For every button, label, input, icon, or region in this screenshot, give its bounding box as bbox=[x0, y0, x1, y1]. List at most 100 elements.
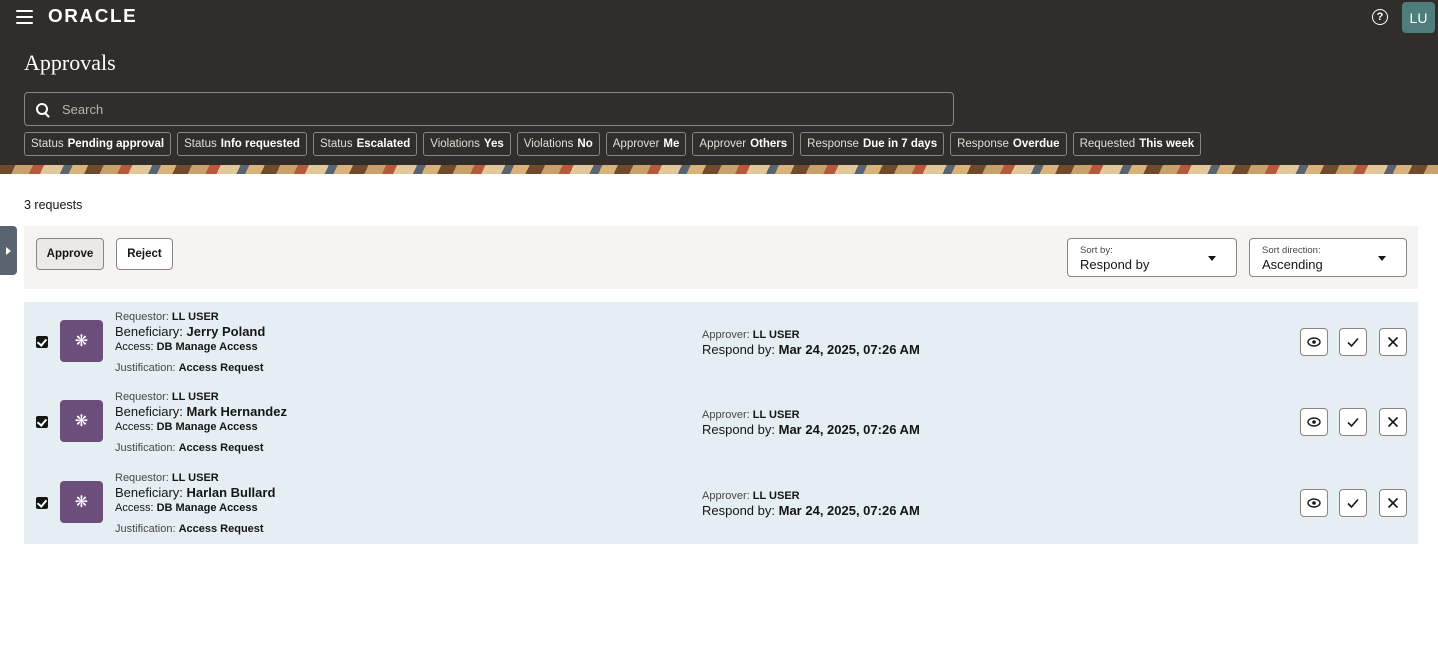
approve-row-button[interactable] bbox=[1339, 328, 1367, 356]
row-checkbox[interactable] bbox=[36, 336, 48, 348]
approval-details: Approver: LL USER Respond by: Mar 24, 20… bbox=[702, 408, 920, 438]
filter-value: Yes bbox=[483, 138, 504, 150]
row-checkbox[interactable] bbox=[36, 497, 48, 509]
access-label: Access: bbox=[115, 502, 154, 514]
access-label: Access: bbox=[115, 341, 154, 353]
filter-value: Me bbox=[663, 138, 680, 150]
respond-by-value: Mar 24, 2025, 07:26 AM bbox=[778, 503, 920, 518]
sort-direction-select[interactable]: Sort direction: Ascending bbox=[1249, 238, 1407, 277]
search-input[interactable] bbox=[60, 100, 924, 118]
access-bundle-icon: ❋ bbox=[60, 400, 103, 442]
sort-by-label: Sort by: bbox=[1080, 245, 1113, 256]
filter-key: Violations bbox=[523, 138, 574, 150]
beneficiary-label: Beneficiary: bbox=[115, 485, 183, 500]
filter-key: Response bbox=[807, 138, 859, 150]
side-drawer-handle[interactable] bbox=[0, 226, 17, 275]
reject-row-button[interactable] bbox=[1379, 489, 1407, 517]
access-value: DB Manage Access bbox=[156, 341, 258, 353]
filter-value: Pending approval bbox=[67, 138, 165, 150]
respond-by-value: Mar 24, 2025, 07:26 AM bbox=[778, 422, 920, 437]
list-item: ❋ Requestor: LL USER Beneficiary: Jerry … bbox=[24, 302, 1418, 382]
request-details: Requestor: LL USER Beneficiary: Mark Her… bbox=[115, 390, 287, 455]
filter-chip-requested-this-week[interactable]: Requested This week bbox=[1072, 132, 1202, 156]
filter-chip-violations-yes[interactable]: Violations Yes bbox=[423, 132, 511, 156]
access-value: DB Manage Access bbox=[156, 502, 258, 514]
filter-value: Escalated bbox=[356, 138, 411, 150]
filter-key: Status bbox=[31, 138, 64, 150]
filter-key: Status bbox=[184, 138, 217, 150]
approver-label: Approver: bbox=[702, 329, 750, 341]
view-button[interactable] bbox=[1300, 328, 1328, 356]
filter-chip-violations-no[interactable]: Violations No bbox=[516, 132, 600, 156]
filter-chip-response-overdue[interactable]: Response Overdue bbox=[950, 132, 1067, 156]
filter-chip-approver-me[interactable]: Approver Me bbox=[605, 132, 687, 156]
approve-row-button[interactable] bbox=[1339, 408, 1367, 436]
row-checkbox[interactable] bbox=[36, 416, 48, 428]
decorative-banner bbox=[0, 165, 1438, 174]
filter-chip-status-info-requested[interactable]: Status Info requested bbox=[177, 132, 307, 156]
access-value: DB Manage Access bbox=[156, 421, 258, 433]
page-title: Approvals bbox=[24, 50, 116, 75]
app-header: ORACLE ? LU Approvals StatusPending appr… bbox=[0, 0, 1438, 165]
filter-key: Approver bbox=[699, 138, 747, 150]
help-icon[interactable]: ? bbox=[1372, 9, 1388, 25]
filter-chip-status-escalated[interactable]: Status Escalated bbox=[312, 132, 418, 156]
approver-value: LL USER bbox=[752, 490, 800, 502]
filter-chip-approver-others[interactable]: Approver Others bbox=[692, 132, 795, 156]
filter-key: Response bbox=[957, 138, 1009, 150]
filter-key: Violations bbox=[430, 138, 480, 150]
chevron-down-icon bbox=[1208, 256, 1216, 261]
sort-direction-label: Sort direction: bbox=[1262, 245, 1321, 256]
filter-value: Overdue bbox=[1012, 138, 1060, 150]
justification-label: Justification: bbox=[115, 362, 176, 374]
access-bundle-icon: ❋ bbox=[60, 320, 103, 362]
respond-by-label: Respond by: bbox=[702, 422, 775, 437]
oracle-logo[interactable]: ORACLE bbox=[48, 6, 137, 27]
reject-button[interactable]: Reject bbox=[116, 238, 173, 270]
filter-key: Requested bbox=[1079, 138, 1136, 150]
sort-by-value: Respond by bbox=[1080, 257, 1150, 272]
eye-icon bbox=[1307, 498, 1321, 508]
justification-value: Access Request bbox=[178, 362, 264, 374]
close-icon bbox=[1387, 416, 1399, 428]
approver-value: LL USER bbox=[752, 329, 800, 341]
view-button[interactable] bbox=[1300, 408, 1328, 436]
filter-key: Status bbox=[319, 138, 353, 150]
user-avatar[interactable]: LU bbox=[1402, 2, 1435, 33]
filter-value: Due in 7 days bbox=[862, 138, 938, 150]
list-item: ❋ Requestor: LL USER Beneficiary: Harlan… bbox=[24, 463, 1418, 543]
results-count: 3 requests bbox=[24, 198, 83, 212]
search-bar bbox=[24, 92, 954, 126]
sort-by-select[interactable]: Sort by: Respond by bbox=[1067, 238, 1237, 277]
approver-label: Approver: bbox=[702, 409, 750, 421]
beneficiary-value: Harlan Bullard bbox=[186, 485, 276, 500]
approver-value: LL USER bbox=[752, 409, 800, 421]
respond-by-label: Respond by: bbox=[702, 503, 775, 518]
approve-row-button[interactable] bbox=[1339, 489, 1367, 517]
request-details: Requestor: LL USER Beneficiary: Harlan B… bbox=[115, 471, 275, 536]
check-icon bbox=[1347, 417, 1359, 428]
search-icon bbox=[36, 103, 48, 115]
filter-key: Approver bbox=[612, 138, 660, 150]
request-details: Requestor: LL USER Beneficiary: Jerry Po… bbox=[115, 310, 265, 375]
filter-value: Info requested bbox=[220, 138, 300, 150]
requestor-label: Requestor: bbox=[115, 391, 169, 403]
justification-label: Justification: bbox=[115, 442, 176, 454]
chevron-down-icon bbox=[1378, 256, 1386, 261]
approve-button[interactable]: Approve bbox=[36, 238, 104, 270]
beneficiary-label: Beneficiary: bbox=[115, 404, 183, 419]
requests-list: ❋ Requestor: LL USER Beneficiary: Jerry … bbox=[24, 302, 1418, 544]
access-bundle-icon: ❋ bbox=[60, 481, 103, 523]
reject-row-button[interactable] bbox=[1379, 408, 1407, 436]
hamburger-menu-icon[interactable] bbox=[16, 10, 33, 24]
sort-direction-value: Ascending bbox=[1262, 257, 1323, 272]
list-item: ❋ Requestor: LL USER Beneficiary: Mark H… bbox=[24, 382, 1418, 462]
filter-chip-response-due[interactable]: Response Due in 7 days bbox=[800, 132, 945, 156]
reject-row-button[interactable] bbox=[1379, 328, 1407, 356]
view-button[interactable] bbox=[1300, 489, 1328, 517]
filter-chip-status-pending[interactable]: Status Pending approval bbox=[24, 132, 172, 156]
eye-icon bbox=[1307, 417, 1321, 427]
justification-value: Access Request bbox=[178, 523, 264, 535]
approval-details: Approver: LL USER Respond by: Mar 24, 20… bbox=[702, 328, 920, 358]
requestor-label: Requestor: bbox=[115, 311, 169, 323]
